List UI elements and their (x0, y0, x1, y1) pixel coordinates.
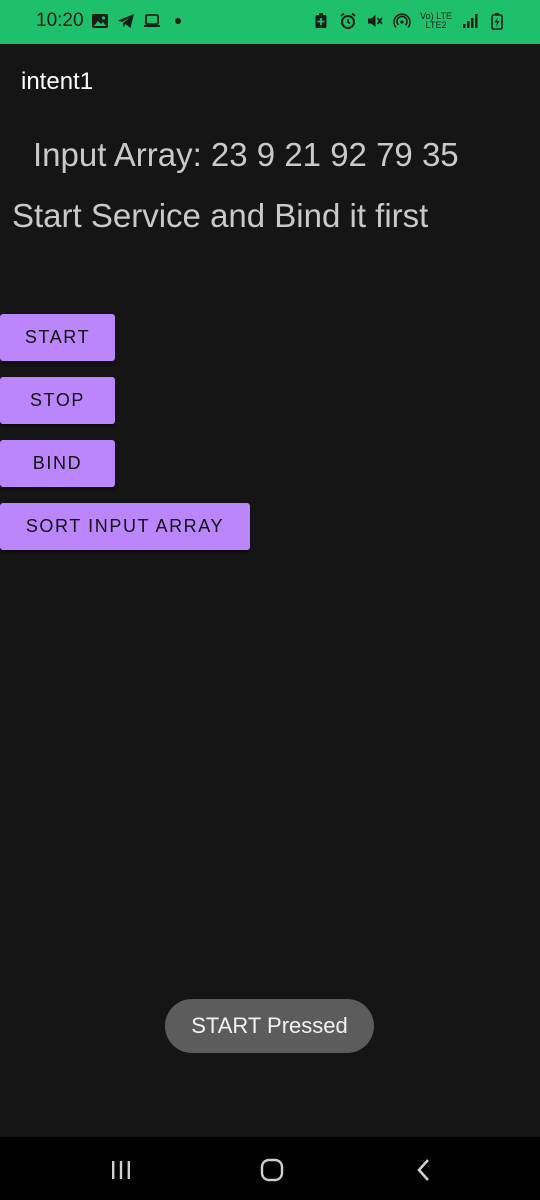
battery-charging-icon (488, 12, 506, 30)
stop-button[interactable]: STOP (0, 377, 115, 424)
telegram-icon (117, 12, 135, 30)
toast-message: START Pressed (165, 999, 374, 1053)
laptop-icon (143, 12, 161, 30)
recents-icon[interactable] (106, 1155, 136, 1185)
mute-icon (366, 12, 384, 30)
status-bar: 10:20 Vo) LTE LTE2 (0, 0, 540, 44)
gallery-icon (91, 12, 109, 30)
hotspot-icon (393, 12, 411, 30)
input-array-text: Input Array: 23 9 21 92 79 35 (33, 136, 459, 173)
status-time: 10:20 (36, 10, 84, 31)
bind-button[interactable]: BIND (0, 440, 115, 487)
start-button[interactable]: START (0, 314, 115, 361)
signal-icon (461, 12, 479, 30)
notification-dot (175, 18, 181, 24)
status-left-icons (91, 12, 181, 30)
back-icon[interactable] (409, 1155, 439, 1185)
battery-saver-icon (312, 12, 330, 30)
sort-input-array-button[interactable]: SORT INPUT ARRAY (0, 503, 250, 550)
app-title: intent1 (21, 68, 94, 95)
navigation-bar (0, 1137, 540, 1200)
volte-icon: Vo) LTE LTE2 (420, 12, 452, 30)
alarm-icon (339, 12, 357, 30)
home-icon[interactable] (257, 1155, 287, 1185)
lte2-label: LTE2 (425, 20, 447, 30)
service-status-text: Start Service and Bind it first (12, 197, 429, 234)
status-right-icons: Vo) LTE LTE2 (312, 12, 506, 30)
